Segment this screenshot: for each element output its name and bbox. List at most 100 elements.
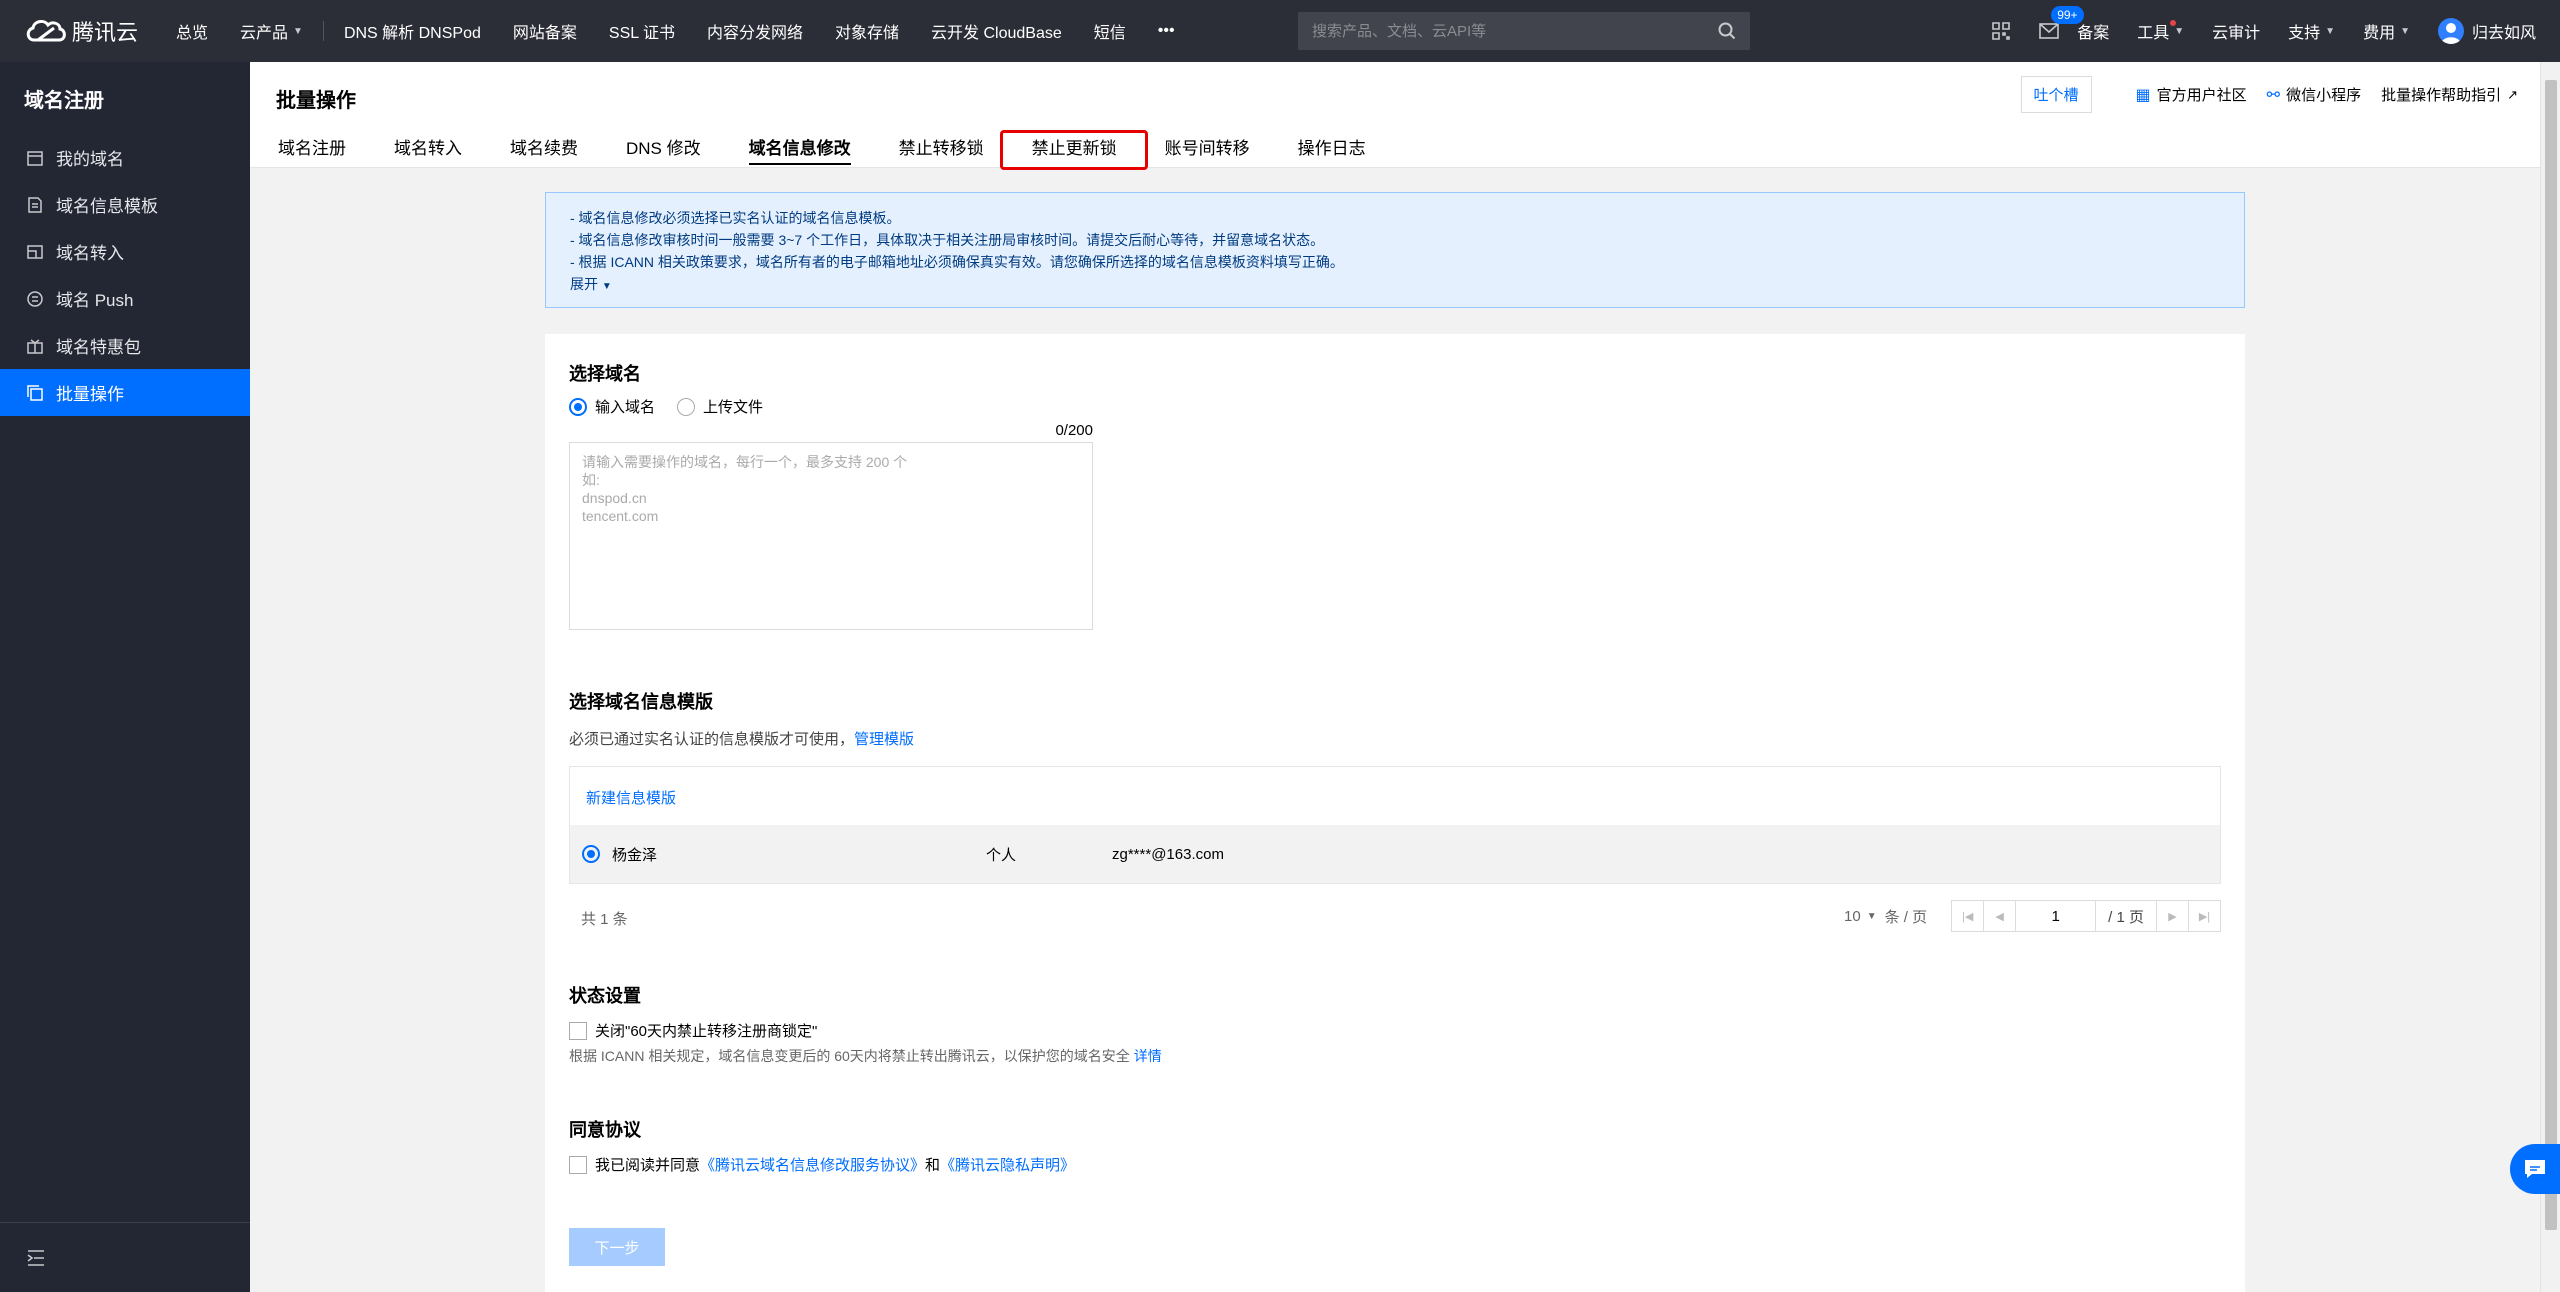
- radio-upload-label[interactable]: 上传文件: [703, 396, 763, 417]
- sidebar-item-label: 域名转入: [56, 244, 124, 263]
- domain-textarea[interactable]: [569, 442, 1093, 630]
- first-page-button[interactable]: |◀: [1952, 901, 1985, 931]
- search-icon[interactable]: [1718, 22, 1736, 40]
- tab[interactable]: 域名转入: [380, 124, 476, 168]
- expand-label: 展开: [570, 276, 598, 292]
- billing-menu[interactable]: 费用 ▼: [2349, 0, 2424, 62]
- chat-float-button[interactable]: [2510, 1144, 2560, 1194]
- community-link[interactable]: ▦ 官方用户社区: [2136, 84, 2247, 105]
- tools-label: 工具: [2137, 25, 2170, 42]
- top-nav-label: 云产品: [240, 25, 289, 42]
- top-nav-item[interactable]: 网站备案: [497, 0, 593, 62]
- sidebar: 域名注册 我的域名 域名信息模板 域名转入 域名 Push 域名特惠包 批量操作: [0, 62, 250, 1292]
- last-page-button[interactable]: ▶|: [2188, 901, 2220, 931]
- radio-upload-file[interactable]: [677, 397, 696, 416]
- scan-button[interactable]: [1977, 0, 2025, 62]
- tools-menu[interactable]: 工具 ▼: [2123, 0, 2198, 62]
- support-menu[interactable]: 支持 ▼: [2274, 0, 2349, 62]
- notice-line: - 域名信息修改必须选择已实名认证的域名信息模板。: [570, 210, 901, 226]
- cloud-audit-label: 云审计: [2212, 25, 2261, 42]
- template-radio[interactable]: [582, 845, 600, 863]
- sidebar-item[interactable]: 域名 Push: [0, 275, 250, 322]
- tab[interactable]: 禁止转移锁: [885, 124, 998, 168]
- chevron-down-icon: ▼: [2400, 25, 2410, 37]
- next-page-button[interactable]: ▶: [2156, 901, 2188, 931]
- expand-button[interactable]: 展开 ▼: [570, 273, 2220, 298]
- collapse-sidebar-button[interactable]: [0, 1222, 250, 1292]
- scan-icon: [1992, 22, 2010, 40]
- beian-link[interactable]: 备案: [2063, 0, 2123, 62]
- service-agreement-link[interactable]: 《腾讯云域名信息修改服务协议》: [700, 1154, 925, 1175]
- radio-input-label[interactable]: 输入域名: [595, 396, 655, 417]
- status-hint-text: 根据 ICANN 相关规定，域名信息变更后的 60天内将禁止转出腾讯云，以保护您…: [569, 1048, 1130, 1064]
- table-row[interactable]: 杨金泽 个人 zg****@163.com: [570, 825, 2220, 883]
- tab[interactable]: 域名信息修改: [735, 124, 865, 168]
- tab[interactable]: 操作日志: [1284, 124, 1380, 168]
- top-nav-item[interactable]: 短信: [1078, 0, 1142, 62]
- top-nav-item[interactable]: 云开发 CloudBase: [915, 0, 1078, 62]
- template-hint-text: 必须已通过实名认证的信息模版才可使用，: [569, 731, 855, 748]
- status-checkbox-label[interactable]: 关闭"60天内禁止转移注册商锁定": [595, 1020, 817, 1041]
- top-nav-item[interactable]: SSL 证书: [593, 0, 691, 62]
- top-nav-label: DNS 解析 DNSPod: [343, 25, 481, 42]
- tab[interactable]: 禁止更新锁: [1018, 124, 1131, 168]
- cloud-audit-link[interactable]: 云审计: [2198, 0, 2274, 62]
- mail-icon: [2039, 23, 2059, 39]
- user-menu[interactable]: 归去如风: [2424, 0, 2560, 62]
- push-icon: [26, 290, 44, 308]
- sidebar-item-label: 域名特惠包: [56, 338, 141, 357]
- top-nav-item[interactable]: 对象存储: [819, 0, 915, 62]
- search-input[interactable]: [1312, 22, 1718, 40]
- feedback-button[interactable]: 吐个槽: [2020, 76, 2092, 113]
- next-button[interactable]: 下一步: [569, 1228, 665, 1266]
- sidebar-item[interactable]: 域名特惠包: [0, 322, 250, 369]
- template-email: zg****@163.com: [1112, 845, 1224, 863]
- template-hint: 必须已通过实名认证的信息模版才可使用，管理模版: [569, 728, 914, 749]
- more-menu-button[interactable]: •••: [1142, 0, 1191, 62]
- scroll-thumb[interactable]: [2545, 80, 2557, 1230]
- radio-input-domain[interactable]: [569, 397, 587, 416]
- document-icon: [26, 196, 44, 214]
- manage-template-link[interactable]: 管理模版: [854, 731, 914, 748]
- menu-collapse-icon: [27, 1249, 44, 1266]
- sidebar-item[interactable]: 我的域名: [0, 134, 250, 181]
- scrollbar[interactable]: [2540, 62, 2560, 1292]
- tab[interactable]: 域名续费: [496, 124, 592, 168]
- message-button[interactable]: 99+: [2025, 0, 2084, 62]
- agreement-prefix: 我已阅读并同意: [595, 1157, 701, 1174]
- agreement-checkbox[interactable]: [569, 1155, 587, 1174]
- page-total: / 1 页: [2108, 908, 2144, 926]
- page-size-select[interactable]: 10 ▼ 条 / 页: [1844, 906, 1927, 927]
- prev-page-button[interactable]: ◀: [1984, 901, 2017, 931]
- support-label: 支持: [2288, 25, 2321, 42]
- status-hint: 根据 ICANN 相关规定，域名信息变更后的 60天内将禁止转出腾讯云，以保护您…: [569, 1046, 1162, 1066]
- page-title: 批量操作: [276, 90, 356, 112]
- new-template-link[interactable]: 新建信息模版: [586, 787, 676, 808]
- sidebar-item[interactable]: 批量操作: [0, 369, 250, 416]
- chevron-down-icon: ▼: [2325, 25, 2336, 37]
- top-nav-item[interactable]: DNS 解析 DNSPod: [328, 0, 497, 62]
- detail-link[interactable]: 详情: [1134, 1048, 1162, 1064]
- top-nav-item[interactable]: 内容分发网络: [691, 0, 819, 62]
- miniapp-link[interactable]: ⚯ 微信小程序: [2267, 84, 2361, 105]
- tab[interactable]: 账号间转移: [1151, 124, 1264, 168]
- top-nav-item[interactable]: 云产品 ▼: [224, 0, 319, 62]
- top-nav-item[interactable]: 总览: [160, 0, 224, 62]
- sidebar-item-label: 域名 Push: [56, 291, 134, 310]
- logo[interactable]: 腾讯云: [0, 15, 160, 47]
- tab[interactable]: 域名注册: [264, 124, 360, 168]
- gift-icon: [26, 337, 44, 355]
- top-nav-label: 总览: [176, 25, 209, 42]
- privacy-link[interactable]: 《腾讯云隐私声明》: [940, 1154, 1075, 1175]
- avatar: [2437, 18, 2464, 44]
- help-link[interactable]: 批量操作帮助指引 ↗: [2381, 84, 2518, 105]
- status-checkbox[interactable]: [569, 1021, 587, 1040]
- page-number-input[interactable]: [2016, 901, 2097, 931]
- calendar-icon: [26, 149, 44, 167]
- sidebar-item[interactable]: 域名信息模板: [0, 181, 250, 228]
- help-label: 批量操作帮助指引: [2381, 87, 2502, 104]
- sidebar-item[interactable]: 域名转入: [0, 228, 250, 275]
- search-box[interactable]: [1298, 12, 1750, 50]
- top-nav-label: 网站备案: [512, 25, 577, 42]
- tab[interactable]: DNS 修改: [612, 124, 715, 168]
